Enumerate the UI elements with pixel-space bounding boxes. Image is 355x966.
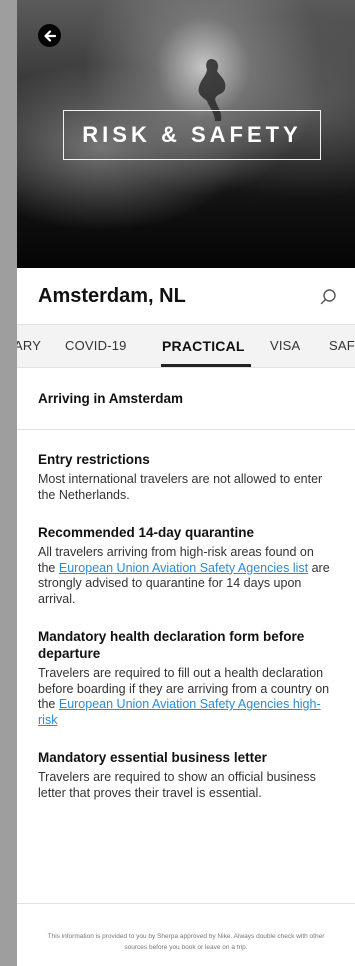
list-item: Mandatory essential business letter Trav…	[38, 749, 334, 801]
list-item: Mandatory health declaration form before…	[38, 628, 334, 728]
item-title: Mandatory essential business letter	[38, 750, 267, 765]
practical-content: Arriving in Amsterdam Entry restrictions…	[17, 368, 355, 822]
item-title: Entry restrictions	[38, 452, 150, 467]
tab-itinerary[interactable]: ARY	[17, 325, 41, 367]
footer-divider	[17, 903, 355, 904]
item-title: Mandatory health declaration form before…	[38, 629, 305, 661]
hero-title-frame: RISK & SAFETY	[63, 110, 321, 160]
arrow-left-icon	[43, 29, 56, 42]
category-tabs: ARY COVID-19 PRACTICAL VISA SAF	[17, 324, 355, 368]
tab-visa[interactable]: VISA	[270, 325, 300, 367]
item-body: Travelers are required to show an offici…	[38, 770, 334, 801]
section-title: Arriving in Amsterdam	[17, 368, 355, 430]
item-text: Most international travelers are not all…	[38, 472, 323, 502]
tab-safety[interactable]: SAF	[329, 325, 355, 367]
list-item: Entry restrictions Most international tr…	[38, 451, 334, 503]
easa-high-risk-link[interactable]: European Union Aviation Safety Agencies …	[38, 697, 321, 727]
app-screen: RISK & SAFETY Amsterdam, NL ARY COVID-19…	[17, 0, 355, 966]
item-text: Travelers are required to show an offici…	[38, 770, 316, 800]
active-tab-indicator	[161, 364, 251, 367]
list-item: Recommended 14-day quarantine All travel…	[38, 524, 334, 607]
item-body: Travelers are required to fill out a hea…	[38, 666, 334, 728]
hero-title: RISK & SAFETY	[82, 122, 302, 147]
footer-disclaimer: This information is provided to you by S…	[47, 933, 325, 951]
city-header: Amsterdam, NL	[17, 268, 355, 324]
back-button[interactable]	[38, 24, 61, 47]
tab-practical[interactable]: PRACTICAL	[162, 325, 245, 367]
info-list: Entry restrictions Most international tr…	[17, 430, 355, 801]
tab-covid-19[interactable]: COVID-19	[65, 325, 127, 367]
item-title: Recommended 14-day quarantine	[38, 525, 255, 540]
item-body: All travelers arriving from high-risk ar…	[38, 545, 334, 607]
city-name: Amsterdam, NL	[38, 284, 186, 307]
easa-list-link[interactable]: European Union Aviation Safety Agencies …	[59, 561, 308, 575]
hero-banner: RISK & SAFETY	[17, 0, 355, 268]
item-body: Most international travelers are not all…	[38, 472, 334, 503]
search-icon[interactable]	[320, 288, 337, 305]
